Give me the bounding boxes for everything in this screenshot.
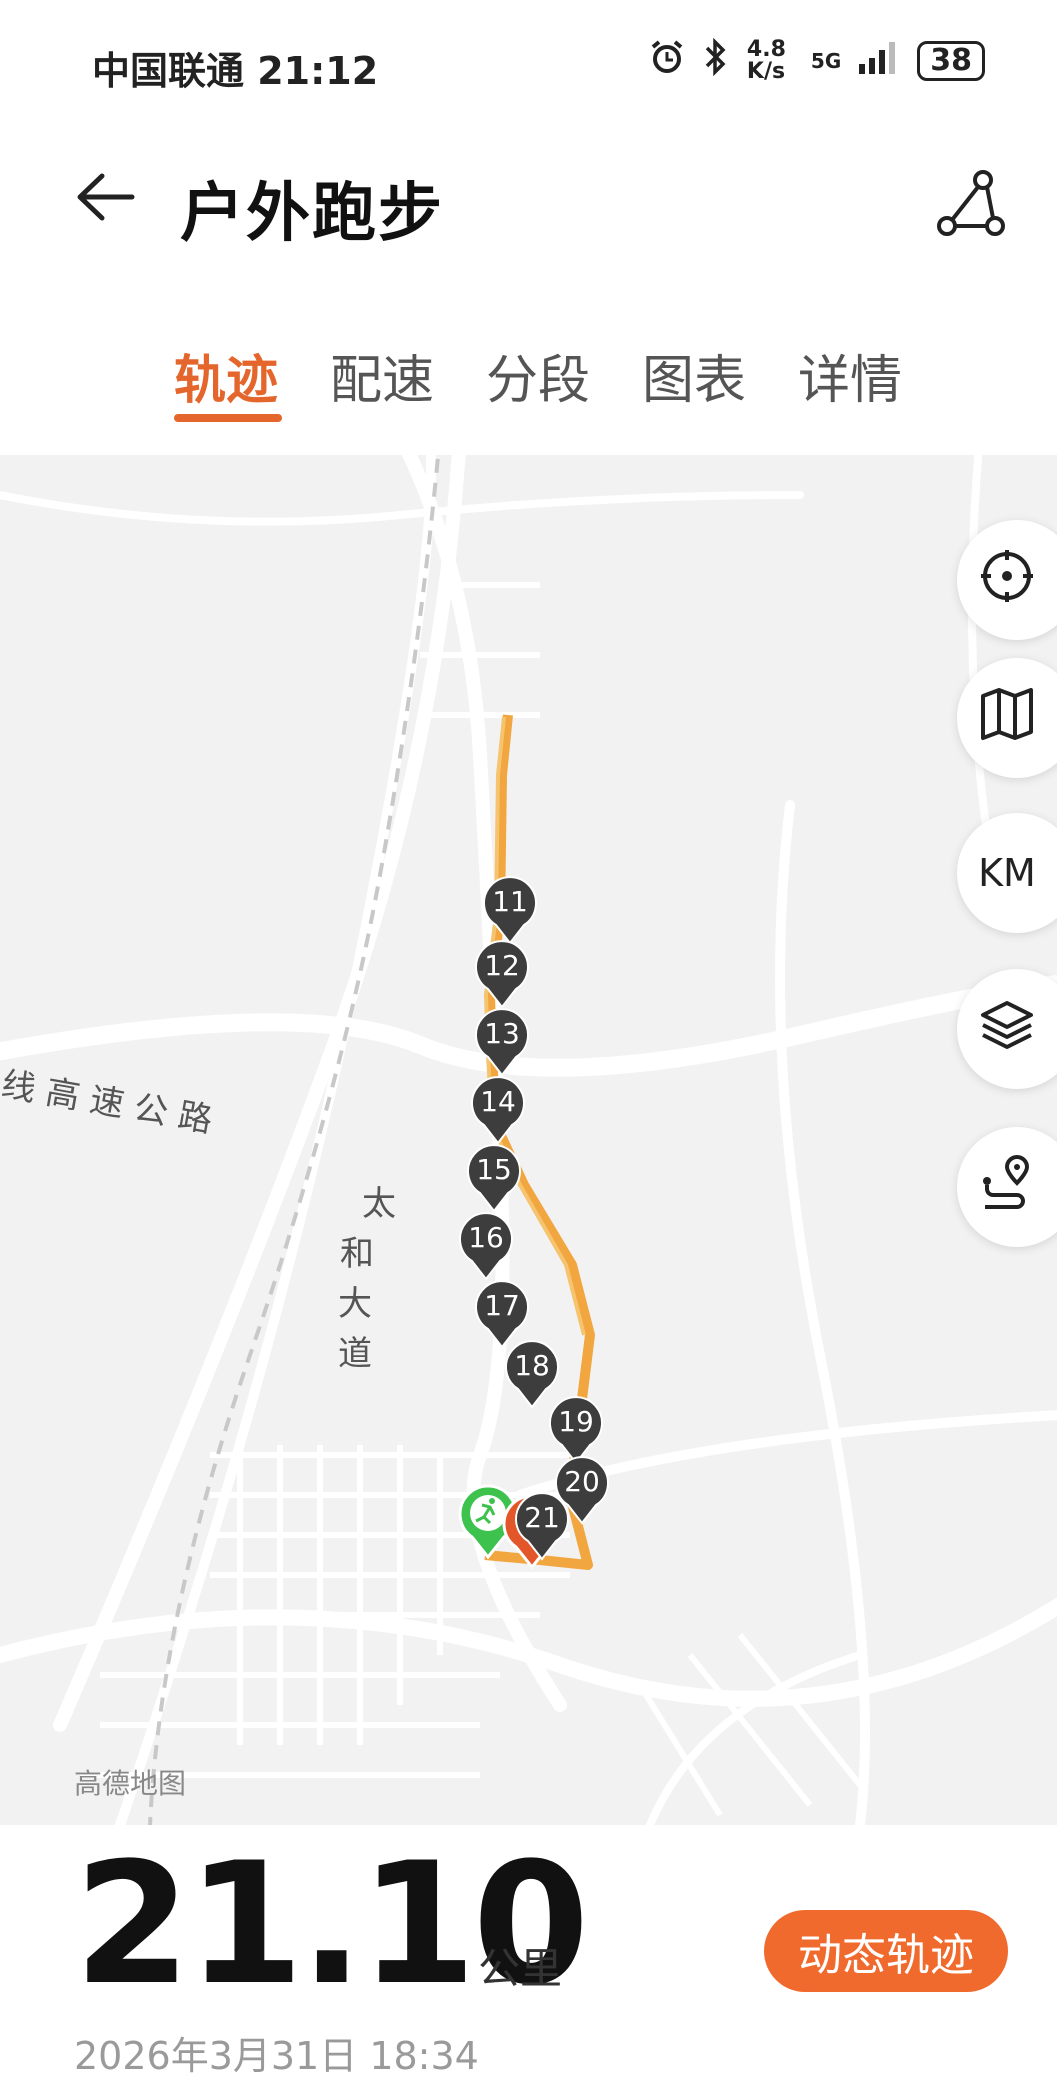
km-marker-12[interactable]: 12	[475, 940, 529, 1009]
svg-text:13: 13	[484, 1017, 520, 1050]
km-marker-16[interactable]: 16	[459, 1212, 513, 1281]
svg-text:17: 17	[484, 1289, 520, 1322]
arrow-left-icon[interactable]	[72, 162, 142, 232]
tab-segments[interactable]: 分段	[486, 338, 590, 413]
alarm-icon	[649, 39, 685, 82]
distance-unit: 公里	[478, 1944, 563, 1993]
battery-icon: 38	[917, 40, 985, 81]
svg-text:15: 15	[476, 1153, 512, 1186]
carrier-time: 中国联通 21:12	[92, 49, 379, 93]
status-icons: 4.8 K/s 5G 38	[649, 36, 985, 84]
svg-text:16: 16	[468, 1221, 504, 1254]
tab-pace[interactable]: 配速	[330, 338, 434, 413]
run-datetime: 2026年3月31日 18:34	[74, 2034, 479, 2078]
tab-details[interactable]: 详情	[798, 338, 902, 413]
bluetooth-icon	[703, 37, 729, 83]
tab-charts[interactable]: 图表	[642, 338, 746, 413]
km-marker-19[interactable]: 19	[549, 1396, 603, 1465]
map-attribution: 高德地图	[74, 1767, 187, 1800]
tab-track[interactable]: 轨迹	[174, 338, 278, 413]
page-title: 户外跑步	[180, 177, 444, 251]
svg-text:20: 20	[564, 1465, 600, 1498]
svg-text:18: 18	[514, 1349, 550, 1382]
km-marker-15[interactable]: 15	[467, 1144, 521, 1213]
speed-readout: 4.8 K/s	[746, 36, 786, 84]
map-view[interactable]: 线 高 速 公 路 太 和 大 道 11 12 13 14 15 16 17 1…	[0, 455, 1057, 1825]
app-header: 户外跑步	[0, 130, 1057, 280]
km-marker-11[interactable]: 11	[483, 876, 537, 945]
km-marker-17[interactable]: 17	[475, 1280, 529, 1349]
network-label: 5G	[810, 48, 842, 73]
svg-text:11: 11	[492, 885, 528, 918]
route-share-icon[interactable]	[935, 170, 1005, 240]
tab-bar: 轨迹 配速 分段 图表 详情	[0, 320, 1057, 430]
dynamic-track-button[interactable]: 动态轨迹	[764, 1910, 1008, 1992]
svg-text:19: 19	[558, 1405, 594, 1438]
svg-text:14: 14	[480, 1085, 516, 1118]
km-markers: 11 12 13 14 15 16 17 18 19 20 21	[458, 876, 609, 1570]
signal-icon	[859, 40, 899, 81]
svg-text:21: 21	[524, 1501, 560, 1534]
status-bar: 中国联通 21:12 4.8 K/s 5G 38	[0, 0, 1057, 130]
km-marker-13[interactable]: 13	[475, 1008, 529, 1077]
km-marker-14[interactable]: 14	[471, 1076, 525, 1145]
svg-text:12: 12	[484, 949, 520, 982]
active-tab-indicator	[174, 414, 282, 422]
km-marker-18[interactable]: 18	[505, 1340, 559, 1409]
